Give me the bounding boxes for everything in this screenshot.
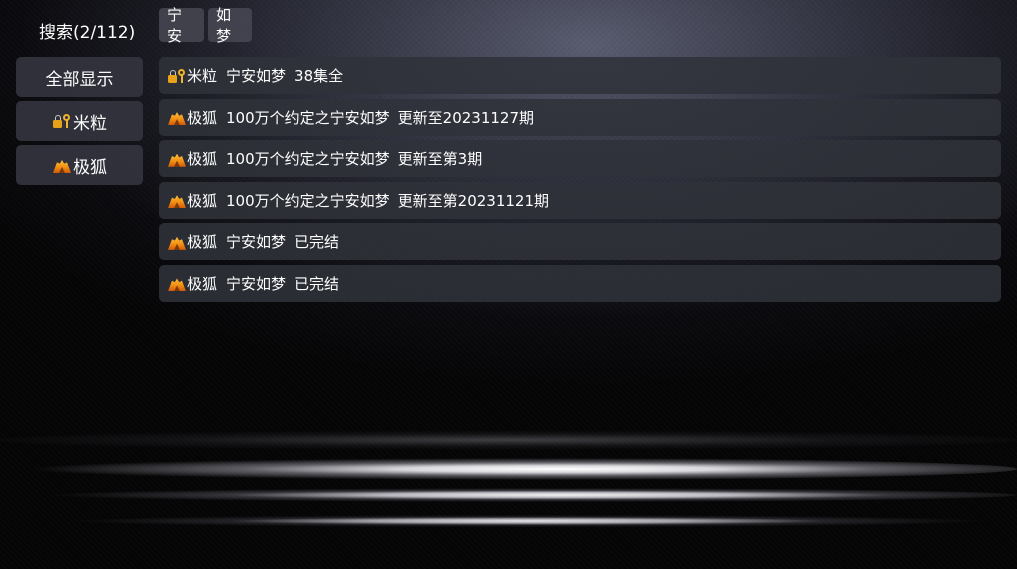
filter-label: 全部显示 <box>45 69 114 90</box>
result-row[interactable]: 极狐 宁安如梦 已完结 <box>159 223 1001 261</box>
light-streak <box>0 458 1017 480</box>
result-title: 宁安如梦 <box>226 274 287 293</box>
fox-icon <box>52 156 72 174</box>
result-source: 极狐 <box>187 233 218 252</box>
fox-icon <box>167 150 187 168</box>
lock-key-icon <box>167 68 187 84</box>
filter-button-all[interactable]: 全部显示 <box>16 57 143 97</box>
fox-icon <box>167 233 187 251</box>
result-source: 极狐 <box>187 274 218 293</box>
result-source: 极狐 <box>187 191 218 210</box>
result-title: 100万个约定之宁安如梦 <box>226 108 390 127</box>
filter-label: 极狐 <box>73 157 107 178</box>
light-streak <box>0 515 1017 527</box>
result-row[interactable]: 极狐 100万个约定之宁安如梦 更新至20231127期 <box>159 98 1001 136</box>
result-title: 100万个约定之宁安如梦 <box>226 191 390 210</box>
result-status: 更新至第20231121期 <box>397 191 550 210</box>
result-status: 更新至20231127期 <box>397 108 535 127</box>
filter-button-jihu[interactable]: 极狐 <box>16 145 143 185</box>
result-row[interactable]: 米粒 宁安如梦 38集全 <box>159 57 1001 94</box>
fox-icon <box>167 274 187 292</box>
result-title: 宁安如梦 <box>226 233 287 252</box>
result-title: 宁安如梦 <box>226 67 287 85</box>
result-row[interactable]: 极狐 宁安如梦 已完结 <box>159 264 1001 302</box>
search-result-count: 搜索(2/112) <box>39 23 136 43</box>
light-streak <box>0 430 1017 450</box>
fox-icon <box>167 108 187 126</box>
stage-light-floor <box>0 400 1017 569</box>
result-title: 100万个约定之宁安如梦 <box>226 150 390 169</box>
result-status: 已完结 <box>294 233 340 252</box>
result-status: 已完结 <box>294 274 340 293</box>
keyword-chip[interactable]: 如梦 <box>208 6 252 45</box>
light-streak <box>0 488 1017 502</box>
result-source: 极狐 <box>187 150 218 169</box>
lock-key-icon <box>52 113 72 129</box>
keyword-chip[interactable]: 宁安 <box>159 6 204 45</box>
search-results-list: 米粒 宁安如梦 38集全 极狐 100万个约定之宁安如梦 更新至20231127… <box>159 57 1001 307</box>
fox-icon <box>167 191 187 209</box>
result-status: 38集全 <box>294 67 344 85</box>
result-source: 米粒 <box>187 67 218 85</box>
filter-label: 米粒 <box>73 113 107 134</box>
result-source: 极狐 <box>187 108 218 127</box>
result-row[interactable]: 极狐 100万个约定之宁安如梦 更新至第20231121期 <box>159 181 1001 219</box>
result-status: 更新至第3期 <box>397 150 483 169</box>
result-row[interactable]: 极狐 100万个约定之宁安如梦 更新至第3期 <box>159 140 1001 178</box>
filter-button-mili[interactable]: 米粒 <box>16 101 143 141</box>
